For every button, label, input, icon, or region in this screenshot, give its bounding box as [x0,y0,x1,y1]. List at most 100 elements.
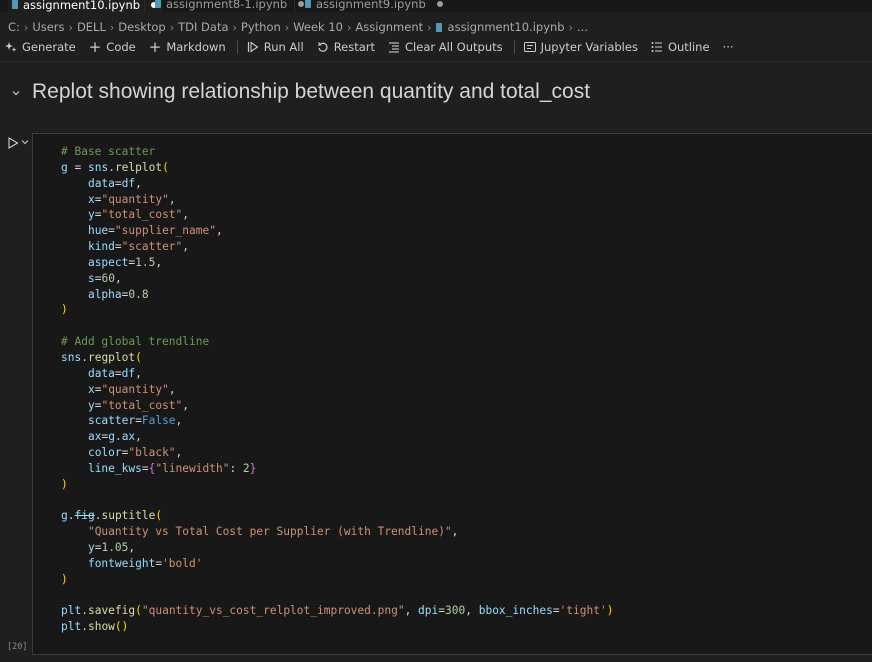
chevron-right-icon: › [169,20,175,34]
code-label: Code [106,40,136,54]
notebook-file-icon [305,0,311,8]
outline-button[interactable]: Outline [651,40,710,54]
chevron-right-icon: › [347,20,352,34]
execution-count: [20] [7,642,28,652]
run-cell-icon[interactable] [7,137,19,149]
run-all-icon [247,41,259,53]
restart-label: Restart [333,40,376,54]
code-line: line_kws={"linewidth": 2} [87,461,257,475]
code-line: g.fig.suptitle( [61,509,163,523]
clear-all-outputs-label: Clear All Outputs [405,40,503,54]
code-line: "Quantity vs Total Cost per Supplier (wi… [87,525,459,539]
more-actions-button[interactable]: ··· [723,40,734,54]
code-line: color="black", [87,446,183,460]
toolbar-divider [0,61,872,62]
code-line: # Add global trendline [61,335,210,349]
code-line: hue="supplier_name", [87,224,223,238]
code-cell[interactable]: # Base scatter g = sns.relplot( data=df,… [32,133,872,655]
tab-assignment8-1[interactable]: assignment8-1.ipynb [155,0,305,12]
chevron-right-icon: › [23,20,29,34]
breadcrumb-item[interactable]: assignment10.ipynb [448,20,565,34]
code-line: g = sns.relplot( [61,160,169,174]
code-line: x="quantity", [87,382,176,396]
notebook-file-icon [155,0,161,8]
tab-label: assignment8-1.ipynb [166,0,288,11]
code-line: scatter=False, [87,414,183,428]
breadcrumb-item[interactable]: ... [577,20,588,34]
code-line: ax=g.ax, [87,430,142,444]
outline-icon [651,42,662,52]
code-line: x="quantity", [87,192,176,206]
code-line: plt.show() [61,620,129,634]
chevron-right-icon: › [109,20,115,34]
outline-label: Outline [667,40,710,54]
code-line: fontweight='bold' [87,556,203,570]
add-code-cell-button[interactable]: + Code [88,37,136,56]
breadcrumb-item[interactable]: DELL [77,20,106,34]
breadcrumb-item[interactable]: Week 10 [293,20,343,34]
markdown-heading: Replot showing relationship between quan… [32,80,591,103]
code-line: ) [61,477,68,491]
restart-button[interactable]: Restart [317,40,375,54]
tab-assignment9[interactable]: assignment9.ipynb [305,0,443,12]
code-line: sns.regplot( [61,350,142,364]
sparkle-icon [5,42,17,52]
generate-label: Generate [22,40,76,54]
tab-divider [294,0,295,12]
breadcrumb-item[interactable]: Python [241,20,281,34]
tab-label: assignment10.ipynb [23,0,141,12]
editor-tab-bar: assignment10.ipynb assignment8-1.ipynb a… [0,0,872,12]
collapse-chevron-icon[interactable] [11,88,21,98]
markdown-label: Markdown [166,40,226,54]
code-line: kind="scatter", [87,240,190,254]
breadcrumb-item[interactable]: TDI Data [178,20,228,34]
code-line: alpha=0.8 [87,287,149,301]
code-editor[interactable]: # Base scatter g = sns.relplot( data=df,… [61,144,613,635]
chevron-right-icon: › [568,20,574,34]
notebook-file-icon [12,0,18,9]
code-line: y="total_cost", [87,398,190,412]
chevron-right-icon: › [68,20,73,34]
plus-icon: + [148,37,162,56]
ellipsis-icon: ··· [722,40,734,54]
clear-all-outputs-button[interactable]: Clear All Outputs [388,40,503,54]
run-all-label: Run All [263,40,304,54]
code-line: ) [61,303,68,317]
chevron-right-icon: › [232,20,237,34]
breadcrumb: C: › Users › DELL › Desktop › TDI Data › Pyth… [8,19,588,35]
code-line: plt.savefig("quantity_vs_cost_relplot_im… [61,604,614,618]
toolbar-separator [513,40,515,54]
breadcrumb-item[interactable]: C: [8,20,20,34]
jupyter-variables-label: Jupyter Variables [540,40,638,54]
jupyter-variables-button[interactable]: Jupyter Variables [523,40,638,54]
breadcrumb-item[interactable]: Users [32,20,64,34]
unsaved-dot-icon[interactable] [298,0,305,7]
generate-button[interactable]: Generate [5,40,76,54]
run-options-chevron-icon[interactable] [21,138,29,146]
code-line: y=1.05, [87,541,136,555]
notebook-file-icon [435,22,442,32]
plus-icon: + [88,37,102,56]
code-line: ) [61,572,68,586]
code-line: data=df, [87,366,142,380]
code-line: data=df, [87,176,142,190]
code-line: s=60, [87,271,122,285]
clear-all-icon [389,42,400,53]
code-line: aspect=1.5, [87,255,163,269]
tab-divider [144,0,145,12]
variables-icon [523,42,536,52]
tab-assignment10[interactable]: assignment10.ipynb [8,0,164,12]
toolbar-separator [236,40,238,54]
unsaved-dot-icon[interactable] [436,0,443,7]
code-line: y="total_cost", [87,208,190,222]
chevron-right-icon: › [427,20,432,34]
add-markdown-cell-button[interactable]: + Markdown [148,37,226,56]
code-line: # Base scatter [61,145,156,158]
notebook-toolbar: Generate + Code + Markdown Run All Resta… [0,38,872,56]
run-all-button[interactable]: Run All [247,40,304,54]
breadcrumb-item[interactable]: Desktop [118,20,165,34]
chevron-right-icon: › [284,20,290,34]
tab-label: assignment9.ipynb [316,0,426,11]
breadcrumb-item[interactable]: Assignment [355,20,423,34]
restart-icon [317,42,328,52]
